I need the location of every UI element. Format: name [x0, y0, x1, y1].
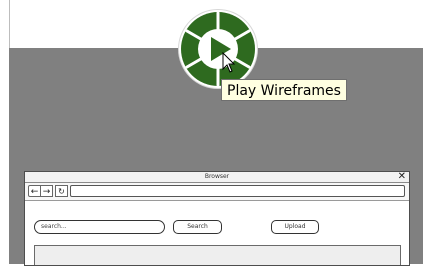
browser-nav-row: ← → ↻: [25, 183, 409, 201]
upload-button[interactable]: Upload: [271, 220, 319, 234]
tooltip: Play Wireframes: [221, 79, 347, 101]
play-wireframes-button[interactable]: [179, 10, 257, 88]
search-button[interactable]: Search: [173, 220, 222, 234]
browser-wireframe: Browser ✕ ← → ↻ search... Search Upload: [24, 171, 410, 266]
toolbar-divider: [9, 0, 10, 48]
browser-title: Browser: [204, 173, 230, 180]
play-icon: [181, 11, 255, 87]
url-bar[interactable]: [70, 185, 405, 197]
forward-arrow-icon[interactable]: →: [40, 185, 53, 197]
reload-icon[interactable]: ↻: [55, 185, 68, 197]
content-area: [34, 245, 401, 265]
search-input[interactable]: search...: [34, 220, 165, 234]
close-icon[interactable]: ✕: [398, 172, 406, 182]
browser-titlebar: Browser ✕: [25, 172, 409, 183]
